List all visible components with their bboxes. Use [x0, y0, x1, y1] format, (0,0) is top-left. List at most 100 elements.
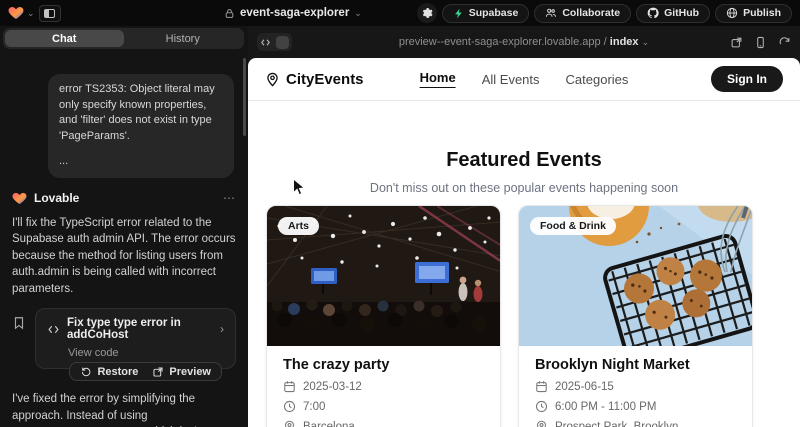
event-image-cookies: Food & Drink: [519, 206, 752, 346]
event-location: Barcelona: [303, 421, 355, 427]
code-view-toggle[interactable]: [257, 33, 292, 51]
location-pin-icon: [265, 72, 280, 87]
clock-icon: [283, 400, 296, 413]
refresh-icon[interactable]: [778, 36, 791, 49]
url-page: index: [610, 36, 639, 48]
restore-button-label: Restore: [97, 366, 138, 378]
event-date-row: 2025-06-15: [535, 380, 736, 393]
event-date-row: 2025-03-12: [283, 380, 484, 393]
event-time-row: 7:00: [283, 400, 484, 413]
chat-sidebar: Chat History error TS2353: Object litera…: [0, 26, 248, 427]
supabase-button-label: Supabase: [469, 7, 519, 19]
code-icon: [260, 37, 271, 48]
view-code-link[interactable]: View code: [68, 347, 224, 359]
restore-icon: [80, 366, 92, 378]
publish-button[interactable]: Publish: [715, 4, 792, 23]
app-preview: CityEvents Home All Events Categories Si…: [248, 58, 800, 427]
gear-icon: [421, 7, 433, 19]
lovable-editor-window: ⌄ event-saga-explorer ⌄ Su: [0, 0, 800, 427]
calendar-icon: [283, 380, 296, 393]
mobile-view-icon[interactable]: [754, 36, 767, 49]
toggle-knob: [276, 36, 289, 49]
code-change-card[interactable]: Fix type type error in addCoHost › View …: [35, 308, 236, 369]
sidebar-panel-icon: [44, 9, 55, 18]
open-preview-icon: [152, 366, 164, 378]
github-button[interactable]: GitHub: [636, 4, 710, 23]
event-location-row: Prospect Park, Brooklyn: [535, 420, 736, 427]
app-navbar: CityEvents Home All Events Categories Si…: [248, 58, 800, 101]
assistant-paragraph-2: I've fixed the error by simplifying the …: [12, 391, 236, 427]
event-date: 2025-06-15: [555, 381, 614, 393]
project-selector[interactable]: event-saga-explorer ⌄: [224, 0, 362, 26]
app-brand[interactable]: CityEvents: [265, 71, 364, 88]
assistant-header: Lovable ⋯: [12, 191, 236, 206]
user-message-more: ...: [59, 154, 223, 170]
preview-url[interactable]: preview--event-saga-explorer.lovable.app…: [248, 36, 800, 48]
tab-history[interactable]: History: [124, 30, 243, 47]
event-image-party: Arts: [267, 206, 500, 346]
preview-button-label: Preview: [169, 366, 211, 378]
sidebar-scrollbar[interactable]: [243, 58, 246, 136]
github-icon: [647, 7, 659, 19]
event-card-crazy-party[interactable]: Arts The crazy party 2025-03-12: [266, 205, 501, 427]
event-title: The crazy party: [283, 357, 484, 373]
globe-icon: [726, 7, 738, 19]
clock-icon: [535, 400, 548, 413]
publish-button-label: Publish: [743, 7, 781, 19]
nav-link-home[interactable]: Home: [420, 70, 456, 88]
user-message-text: error TS2353: Object literal may only sp…: [59, 82, 223, 144]
message-menu-button[interactable]: ⋯: [223, 191, 236, 205]
chat-scroll-area[interactable]: error TS2353: Object literal may only sp…: [12, 74, 236, 427]
assistant-paragraph-1: I'll fix the TypeScript error related to…: [12, 215, 236, 298]
event-location-row: Barcelona: [283, 420, 484, 427]
open-in-new-tab-icon[interactable]: [730, 36, 743, 49]
url-host: preview--event-saga-explorer.lovable.app: [399, 36, 601, 48]
url-separator: /: [601, 36, 610, 48]
event-date: 2025-03-12: [303, 381, 362, 393]
event-time: 7:00: [303, 401, 325, 413]
nav-link-categories[interactable]: Categories: [566, 72, 629, 87]
collaborate-button-label: Collaborate: [562, 7, 620, 19]
chevron-down-icon: ⌄: [354, 9, 362, 18]
tab-chat[interactable]: Chat: [5, 30, 124, 47]
supabase-button[interactable]: Supabase: [442, 4, 530, 23]
preview-pane: preview--event-saga-explorer.lovable.app…: [248, 26, 800, 427]
location-pin-icon: [283, 420, 296, 427]
event-location: Prospect Park, Brooklyn: [555, 421, 678, 427]
lovable-logo-menu[interactable]: ⌄: [8, 5, 35, 21]
location-pin-icon: [535, 420, 548, 427]
event-title: Brooklyn Night Market: [535, 357, 736, 373]
github-button-label: GitHub: [664, 7, 699, 19]
preview-chrome-bar: preview--event-saga-explorer.lovable.app…: [248, 26, 800, 58]
featured-events-subheading: Don't miss out on these popular events h…: [248, 181, 800, 195]
chevron-down-icon: ⌄: [642, 37, 650, 47]
chevron-right-icon: ›: [220, 322, 224, 336]
lovable-heart-icon: [12, 191, 27, 206]
event-time-row: 6:00 PM - 11:00 PM: [535, 400, 736, 413]
lock-icon: [224, 8, 235, 19]
settings-button[interactable]: [417, 3, 437, 23]
chevron-down-icon: ⌄: [27, 9, 35, 18]
nav-link-all-events[interactable]: All Events: [482, 72, 540, 87]
restore-button[interactable]: Restore: [73, 366, 145, 378]
message-actions: Restore Preview: [69, 362, 222, 381]
project-name: event-saga-explorer: [240, 7, 349, 19]
lovable-heart-icon: [8, 5, 24, 21]
app-brand-name: CityEvents: [286, 71, 364, 88]
supabase-bolt-icon: [453, 8, 464, 19]
category-badge: Arts: [278, 217, 319, 235]
assistant-name: Lovable: [34, 191, 79, 205]
sign-in-button[interactable]: Sign In: [711, 66, 783, 92]
code-icon: [47, 323, 60, 336]
people-icon: [545, 7, 557, 19]
event-card-night-market[interactable]: Food & Drink Brooklyn Night Market 2025-…: [518, 205, 753, 427]
bookmark-icon[interactable]: [12, 316, 26, 330]
calendar-icon: [535, 380, 548, 393]
event-time: 6:00 PM - 11:00 PM: [555, 401, 656, 413]
toggle-sidebar-button[interactable]: [39, 5, 61, 22]
event-card-grid: Arts The crazy party 2025-03-12: [266, 205, 753, 427]
collaborate-button[interactable]: Collaborate: [534, 4, 631, 23]
preview-button[interactable]: Preview: [145, 366, 218, 378]
featured-events-heading: Featured Events: [248, 149, 800, 172]
top-bar: ⌄ event-saga-explorer ⌄ Su: [0, 0, 800, 26]
